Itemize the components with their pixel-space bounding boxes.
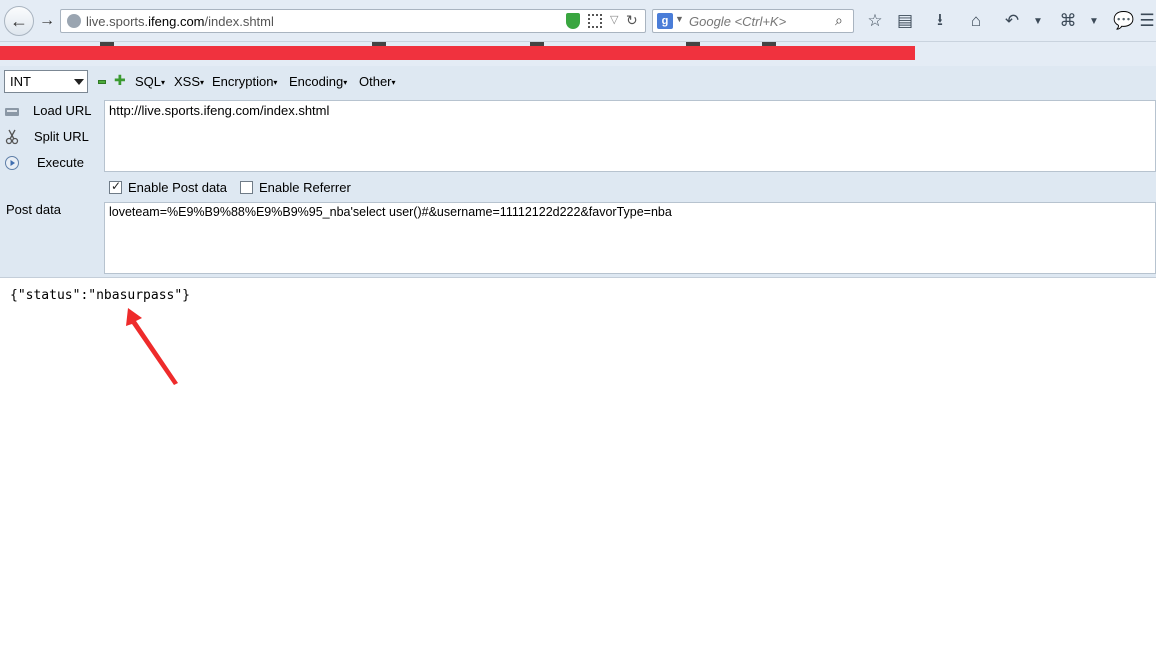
post-data-value: loveteam=%E9%B9%88%E9%B9%95_nba'select u…: [109, 205, 672, 219]
menu-other[interactable]: Other▾: [359, 74, 396, 89]
chat-icon[interactable]: 💬: [1113, 10, 1135, 32]
search-bar[interactable]: g ▼ Google <Ctrl+K> ⌕: [652, 9, 854, 33]
globe-icon: [67, 14, 81, 28]
crop-icon[interactable]: ⌘: [1057, 10, 1079, 32]
menu-sql[interactable]: SQL▾: [135, 74, 165, 89]
enable-post-checkbox[interactable]: [109, 179, 122, 194]
enable-referrer-checkbox[interactable]: [240, 181, 253, 194]
post-data-label: Post data: [6, 202, 61, 217]
menu-xss[interactable]: XSS▾: [174, 74, 204, 89]
address-bar[interactable]: live.sports.ifeng.com/index.shtml ▽ ↻: [60, 9, 646, 33]
home-icon[interactable]: ⌂: [965, 10, 987, 32]
load-url-icon: [5, 108, 19, 116]
undo-dropdown-icon[interactable]: ▼: [1027, 10, 1049, 32]
scissors-icon: [5, 129, 19, 145]
forward-button[interactable]: →: [36, 10, 58, 32]
back-arrow-icon: ←: [10, 11, 28, 31]
enable-post-label[interactable]: Enable Post data: [128, 180, 227, 195]
bookmarks-toolbar: [0, 42, 1156, 66]
enable-referrer-label[interactable]: Enable Referrer: [259, 180, 351, 195]
search-input[interactable]: Google <Ctrl+K>: [689, 14, 786, 29]
panel-divider: [0, 274, 1156, 278]
address-bar-url[interactable]: live.sports.ifeng.com/index.shtml: [86, 14, 274, 29]
split-url-button[interactable]: Split URL: [0, 126, 104, 148]
menu-encoding[interactable]: Encoding▾: [289, 74, 347, 89]
menu-encryption[interactable]: Encryption▾: [212, 74, 277, 89]
decrease-icon[interactable]: [98, 80, 106, 84]
chevron-down-icon: [74, 79, 84, 85]
hackbar-side-panel: Load URL Split URL Execute Post data: [0, 100, 104, 274]
load-url-button[interactable]: Load URL: [0, 100, 104, 122]
post-data-textarea[interactable]: loveteam=%E9%B9%88%E9%B9%95_nba'select u…: [104, 202, 1156, 274]
url-textarea-value: http://live.sports.ifeng.com/index.shtml: [109, 103, 330, 118]
qr-code-icon[interactable]: [588, 14, 602, 28]
dropdown-icon[interactable]: ▽: [610, 13, 618, 26]
forward-arrow-icon: →: [39, 12, 55, 29]
hackbar-toolbar: INT ✚ SQL▾ XSS▾ Encryption▾ Encoding▾ Ot…: [0, 66, 1156, 100]
download-icon[interactable]: ⭳: [929, 10, 951, 32]
search-icon[interactable]: ⌕: [835, 12, 843, 29]
increase-icon[interactable]: ✚: [114, 73, 126, 87]
menu-icon[interactable]: ☰: [1139, 10, 1154, 32]
search-engine-dropdown-icon[interactable]: ▼: [675, 14, 684, 24]
reading-list-icon[interactable]: ▤: [894, 10, 916, 32]
url-textarea[interactable]: http://live.sports.ifeng.com/index.shtml: [104, 100, 1156, 172]
navigation-toolbar: ← → live.sports.ifeng.com/index.shtml ▽ …: [0, 0, 1156, 42]
int-type-select-value: INT: [10, 74, 31, 89]
redaction-bar: [0, 46, 915, 60]
crop-dropdown-icon[interactable]: ▼: [1083, 10, 1105, 32]
search-engine-icon[interactable]: g: [657, 13, 673, 29]
shield-icon[interactable]: [566, 13, 580, 29]
play-icon: [5, 156, 19, 170]
options-row: Enable Post data Enable Referrer: [104, 172, 1156, 202]
bookmark-star-icon[interactable]: ☆: [864, 10, 886, 32]
int-type-select[interactable]: INT: [4, 70, 88, 93]
back-button[interactable]: ←: [4, 6, 34, 36]
undo-icon[interactable]: ↶: [1001, 10, 1023, 32]
execute-button[interactable]: Execute: [0, 152, 104, 174]
reload-icon[interactable]: ↻: [626, 12, 638, 29]
annotation-arrow: [126, 308, 178, 385]
